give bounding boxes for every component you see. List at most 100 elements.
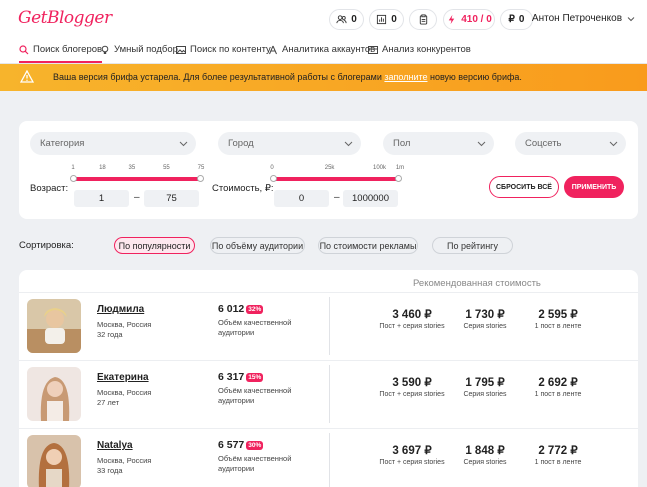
sort-by-price[interactable]: По стоимости рекламы — [318, 237, 418, 254]
gender-placeholder: Пол — [393, 138, 411, 149]
audience-count: 6 012 32% — [218, 303, 264, 315]
tab-content-search[interactable]: Поиск по контенту — [176, 44, 271, 55]
blogger-row[interactable]: Людмила Москва, Россия 32 года 6 012 32% … — [19, 292, 638, 360]
stats-counter[interactable]: 0 — [369, 9, 404, 30]
lightning-icon — [448, 14, 455, 25]
bulb-icon — [101, 45, 109, 54]
clipboard-icon — [419, 14, 427, 25]
price-label: Пост + серия stories — [379, 323, 445, 330]
tab-account-analytics[interactable]: Аналитика аккаунтов — [268, 44, 375, 55]
age-range-track[interactable] — [73, 177, 201, 181]
range-dash: – — [134, 192, 140, 203]
credits-counter[interactable]: 410 / 0 — [443, 9, 495, 30]
image-icon — [176, 45, 186, 54]
stats-count: 0 — [391, 14, 397, 25]
cost-range-track[interactable] — [273, 177, 399, 181]
price-label: Серия stories — [463, 391, 507, 398]
brief-button[interactable] — [409, 9, 437, 30]
price-label: Пост + серия stories — [379, 391, 445, 398]
price-post-stories: 3 697 ₽ — [392, 445, 432, 457]
audience-value: 6 012 — [218, 303, 245, 315]
avatar[interactable] — [27, 435, 81, 487]
tab-label: Анализ конкурентов — [382, 44, 471, 55]
price-label: Серия stories — [463, 323, 507, 330]
tab-label: Аналитика аккаунтов — [282, 44, 376, 55]
age-max-handle[interactable] — [197, 175, 204, 182]
age-min-input[interactable]: 1 — [74, 190, 129, 207]
fill-brief-link[interactable]: заполните — [384, 72, 427, 82]
price-feed-post: 2 772 ₽ — [538, 445, 578, 457]
social-placeholder: Соцсеть — [525, 138, 562, 149]
sort-label: Сортировка: — [19, 240, 74, 251]
cost-max-input[interactable]: 1000000 — [343, 190, 398, 207]
range-dash: – — [334, 192, 340, 203]
price-post-stories: 3 460 ₽ — [392, 309, 432, 321]
bar-chart-icon — [377, 14, 387, 25]
audience-value: 6 577 — [218, 439, 245, 451]
tab-label: Умный подбор — [114, 44, 178, 55]
logo[interactable]: GetBlogger — [18, 8, 112, 28]
price-stories: 1 795 ₽ — [465, 377, 505, 389]
quality-badge: 15% — [246, 372, 264, 382]
category-select[interactable]: Категория — [30, 132, 196, 155]
cost-min-input[interactable]: 0 — [274, 190, 329, 207]
account-icon — [269, 45, 277, 54]
users-counter[interactable]: 0 — [329, 9, 364, 30]
price-label: Пост + серия stories — [379, 459, 445, 466]
chevron-down-icon — [344, 141, 353, 147]
compare-icon — [368, 45, 378, 54]
audience-count: 6 317 15% — [218, 371, 264, 383]
sort-by-audience[interactable]: По объёму аудитории — [210, 237, 305, 254]
cost-ticks: 0 25k 100k 1m — [270, 165, 404, 173]
age-tick: 75 — [197, 165, 205, 171]
audience-label: Объём качественной аудитории — [218, 318, 292, 337]
blogger-name[interactable]: Людмила — [97, 304, 144, 315]
chevron-down-icon — [477, 141, 486, 147]
blogger-name[interactable]: Екатерина — [97, 372, 149, 383]
tab-label: Поиск блогеров — [33, 44, 103, 55]
search-icon — [19, 44, 29, 54]
cost-tick: 0 — [270, 165, 274, 171]
divider — [329, 365, 330, 423]
sort-by-popularity[interactable]: По популярности — [114, 237, 195, 254]
tab-smart-pick[interactable]: Умный подбор — [100, 44, 178, 55]
recommended-cost-title: Рекомендованная стоимость — [413, 278, 541, 289]
blogger-row[interactable]: Екатерина Москва, Россия 27 лет 6 317 15%… — [19, 360, 638, 428]
price-label: Серия stories — [463, 459, 507, 466]
gender-select[interactable]: Пол — [383, 132, 494, 155]
quality-badge: 32% — [246, 304, 264, 314]
blogger-name[interactable]: Natalya — [97, 440, 133, 451]
reset-all-button[interactable]: СБРОСИТЬ ВСЁ — [489, 176, 559, 198]
cost-min-handle[interactable] — [270, 175, 277, 182]
apply-button[interactable]: ПРИМЕНИТЬ — [564, 176, 624, 198]
filter-panel: Категория Город Пол Соцсеть Возраст: 1 1… — [19, 121, 638, 219]
avatar[interactable] — [27, 367, 81, 421]
social-select[interactable]: Соцсеть — [515, 132, 626, 155]
user-menu[interactable]: Антон Петроченков — [532, 13, 635, 24]
results-list: Рекомендованная стоимость Людмила Москва… — [19, 270, 638, 487]
category-placeholder: Категория — [40, 138, 85, 149]
tab-blogger-search[interactable]: Поиск блогеров — [19, 44, 103, 63]
cost-tick: 100k — [373, 165, 387, 171]
blogger-row[interactable]: Natalya Москва, Россия 33 года 6 577 30% … — [19, 428, 638, 487]
avatar[interactable] — [27, 299, 81, 353]
divider — [329, 297, 330, 355]
divider — [329, 433, 330, 487]
users-icon — [336, 15, 347, 24]
age-min-handle[interactable] — [70, 175, 77, 182]
price-post-stories: 3 590 ₽ — [392, 377, 432, 389]
price-feed-post: 2 595 ₽ — [538, 309, 578, 321]
top-bar: GetBlogger 0 0 410 / 0 ₽ 0 Антон Петроче… — [0, 0, 647, 38]
city-placeholder: Город — [228, 138, 254, 149]
city-select[interactable]: Город — [218, 132, 361, 155]
age-max-input[interactable]: 75 — [144, 190, 199, 207]
audience-count: 6 577 30% — [218, 439, 264, 451]
tab-competitor-analysis[interactable]: Анализ конкурентов — [368, 44, 471, 55]
tab-label: Поиск по контенту — [190, 44, 271, 55]
balance-counter[interactable]: ₽ 0 — [500, 9, 533, 30]
sort-by-rating[interactable]: По рейтингу — [432, 237, 513, 254]
user-name: Антон Петроченков — [531, 13, 622, 24]
cost-max-handle[interactable] — [395, 175, 402, 182]
blogger-city: Москва, Россия — [97, 388, 152, 397]
audience-label: Объём качественной аудитории — [218, 454, 292, 473]
